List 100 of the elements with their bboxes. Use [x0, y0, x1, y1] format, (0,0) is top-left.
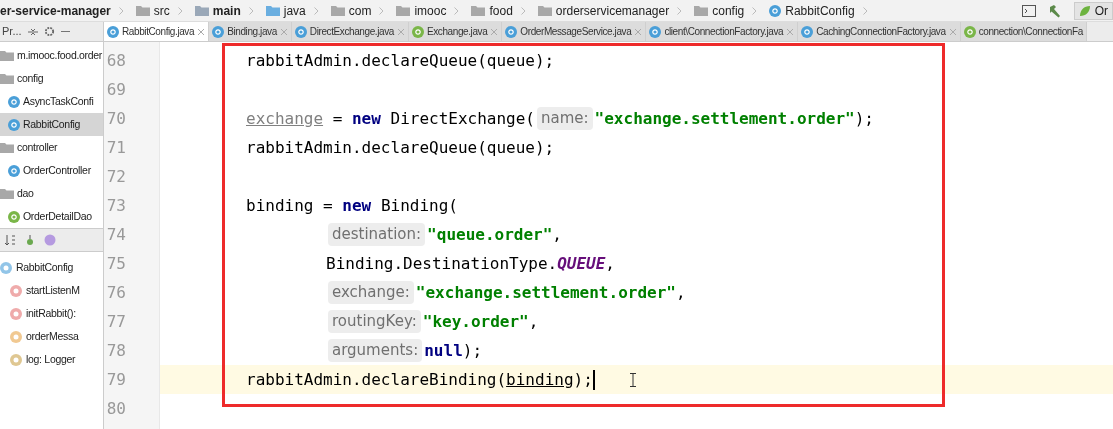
- class-icon: [212, 25, 225, 38]
- code-token: "queue.order": [427, 223, 553, 246]
- class-icon: [649, 25, 662, 38]
- line-number: 74: [105, 223, 126, 246]
- breadcrumb-item[interactable]: src: [153, 1, 170, 20]
- tree-item[interactable]: m.imooc.food.order: [0, 44, 103, 67]
- close-icon[interactable]: [786, 27, 795, 36]
- close-icon[interactable]: [490, 27, 499, 36]
- editor-tab[interactable]: Exchange.java: [408, 22, 503, 41]
- code-token: new: [342, 194, 372, 217]
- editor-tab[interactable]: Binding.java: [209, 22, 292, 41]
- editor-tab[interactable]: client\ConnectionFactory.java: [646, 22, 799, 41]
- editor-tab[interactable]: connection\ConnectionFa: [960, 22, 1087, 41]
- breadcrumb-item[interactable]: er-service-manager: [0, 1, 111, 20]
- code-token: Binding.DestinationType.: [326, 252, 558, 275]
- code-token: rabbitAdmin.declareQueue(queue);: [246, 49, 555, 72]
- line-number: 69: [105, 78, 126, 101]
- editor-tab[interactable]: CachingConnectionFactory.java: [798, 22, 961, 41]
- structure-item[interactable]: initRabbit():: [0, 302, 103, 325]
- structure-item[interactable]: orderMessa: [0, 325, 103, 348]
- hammer-icon[interactable]: [1047, 3, 1062, 18]
- code-token: binding: [246, 194, 314, 217]
- class-icon: [769, 4, 782, 17]
- close-icon[interactable]: [279, 27, 288, 36]
- code-token: QUEUE: [557, 252, 606, 275]
- chevron-icon: [379, 6, 385, 15]
- breadcrumb-item[interactable]: config: [712, 1, 745, 20]
- structure-item[interactable]: startListenM: [0, 279, 103, 302]
- tool-window-title[interactable]: Pr...: [2, 23, 22, 40]
- code-token: ,: [528, 310, 539, 333]
- interface-icon: [963, 25, 976, 38]
- tree-item[interactable]: dao: [0, 182, 103, 205]
- structure-item[interactable]: log: Logger: [0, 348, 103, 371]
- text-cursor: [592, 369, 595, 390]
- line-number: 71: [105, 136, 126, 159]
- breadcrumb-item[interactable]: orderservicemanager: [555, 1, 670, 20]
- collapse-icon[interactable]: [27, 26, 38, 37]
- close-icon[interactable]: [197, 27, 206, 36]
- code-token: exchange: [246, 107, 324, 130]
- breadcrumb-item[interactable]: main: [212, 1, 241, 20]
- breadcrumb-item[interactable]: com: [348, 1, 372, 20]
- terminal-icon[interactable]: [1021, 4, 1036, 17]
- tree-item[interactable]: OrderController: [0, 159, 103, 182]
- class-icon: [294, 25, 307, 38]
- tree-item[interactable]: controller: [0, 136, 103, 159]
- tree-item[interactable]: OrderDetailDao: [0, 205, 103, 228]
- class-icon: [8, 164, 20, 177]
- breadcrumb-item[interactable]: imooc: [414, 1, 447, 20]
- tree-item[interactable]: config: [0, 67, 103, 90]
- code-token: =: [322, 194, 334, 217]
- folder-icon: [0, 50, 14, 61]
- class-icon: [8, 95, 20, 108]
- chevron-icon: [177, 6, 183, 15]
- line-number: 72: [105, 165, 126, 188]
- line-number: 70: [105, 107, 126, 130]
- tree-item[interactable]: AsyncTaskConfi: [0, 90, 103, 113]
- folder-icon: [0, 188, 14, 199]
- chevron-icon: [313, 6, 319, 15]
- structure-item[interactable]: RabbitConfig: [0, 256, 103, 279]
- editor-tab[interactable]: RabbitConfig.java: [104, 22, 210, 41]
- code-token: ,: [605, 252, 615, 275]
- code-token: ,: [675, 281, 686, 304]
- line-number: 78: [105, 339, 126, 362]
- run-config-dropdown[interactable]: Or: [1073, 1, 1113, 20]
- line-number: 79: [105, 368, 126, 391]
- folder-icon: [265, 5, 280, 16]
- chevron-icon: [118, 6, 124, 15]
- class-icon: [107, 25, 119, 38]
- code-token: =: [331, 107, 344, 130]
- code-token: null: [424, 339, 463, 362]
- close-icon[interactable]: [634, 27, 643, 36]
- line-number: 75: [105, 252, 126, 275]
- code-token: exchange:: [328, 281, 414, 304]
- property-icon[interactable]: [44, 234, 56, 246]
- sort-icon[interactable]: [4, 234, 16, 246]
- line-number: 68: [105, 49, 126, 72]
- leaf-icon: [1078, 4, 1091, 17]
- breadcrumb-item[interactable]: RabbitConfig: [785, 1, 855, 20]
- code-token: DirectExchange(: [389, 107, 535, 130]
- close-icon[interactable]: [948, 27, 957, 36]
- folder-icon: [537, 5, 552, 16]
- line-number: 77: [105, 310, 126, 333]
- close-icon[interactable]: [396, 27, 405, 36]
- tree-item[interactable]: RabbitConfig: [0, 113, 103, 136]
- editor-tab[interactable]: DirectExchange.java: [291, 22, 409, 41]
- editor-tab[interactable]: OrderMessageService.java: [502, 22, 647, 41]
- code-token: rabbitAdmin.declareQueue(queue);: [246, 136, 555, 159]
- class-icon: [801, 25, 814, 38]
- code-token: name:: [537, 107, 593, 130]
- breadcrumb-item[interactable]: food: [489, 1, 513, 20]
- class-icon: [505, 25, 518, 38]
- line-number: 73: [105, 194, 126, 217]
- interface-icon: [411, 25, 424, 38]
- settings-icon[interactable]: [43, 26, 55, 37]
- breadcrumb-item[interactable]: java: [283, 1, 306, 20]
- field-icon: [10, 353, 22, 366]
- code-token: );: [573, 368, 593, 391]
- code-token: ,: [552, 223, 562, 246]
- folder-icon: [194, 5, 209, 16]
- code-token: binding: [506, 368, 574, 391]
